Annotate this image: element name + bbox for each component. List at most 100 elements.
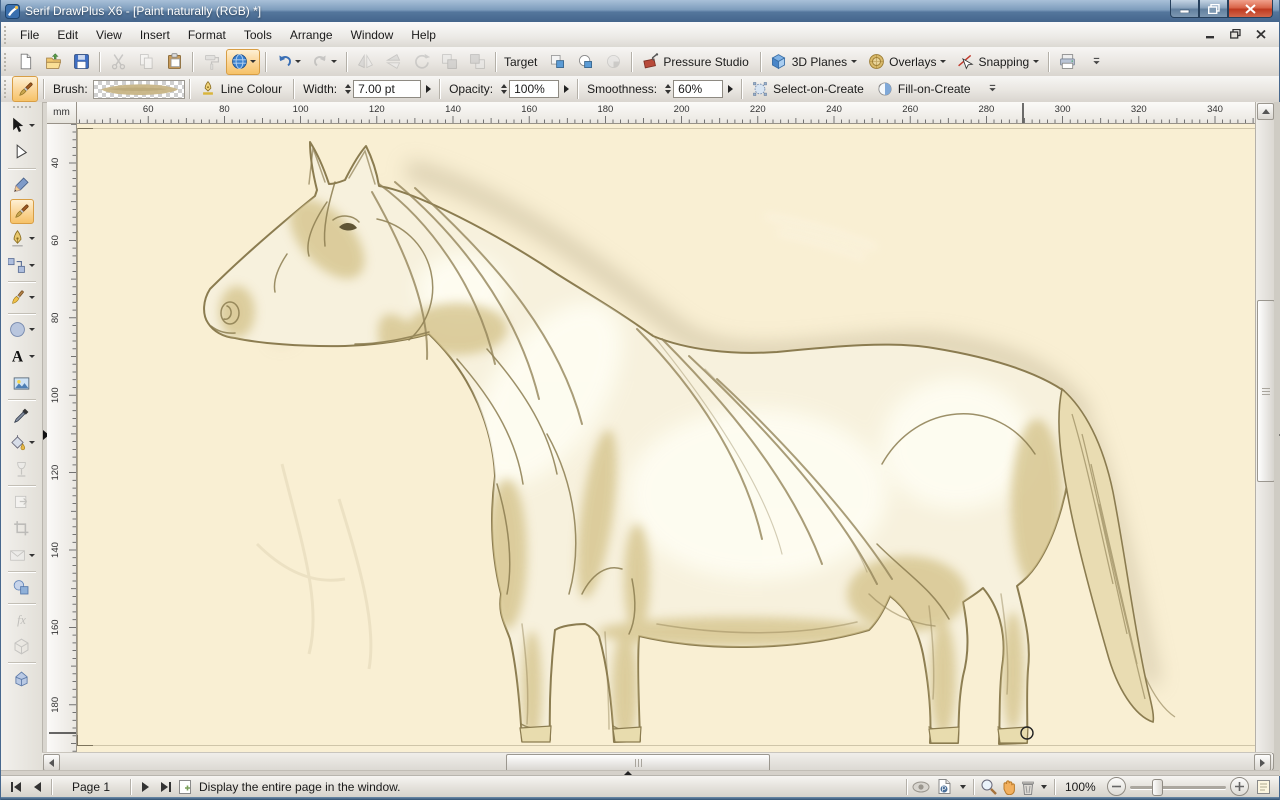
first-page-button[interactable] [7, 778, 27, 796]
smoothness-stepper[interactable] [665, 84, 671, 94]
page-manager-icon[interactable] [175, 778, 195, 796]
paint-inside-button[interactable] [572, 49, 598, 75]
open-button[interactable] [40, 49, 66, 75]
pressure-studio-button[interactable]: Pressure Studio [637, 49, 754, 75]
text-tool[interactable]: A [6, 344, 38, 369]
zoom-tool-button[interactable] [978, 778, 998, 796]
menu-insert[interactable]: Insert [131, 24, 179, 46]
vertical-scrollbar-thumb[interactable] [1257, 300, 1275, 482]
menu-tools[interactable]: Tools [235, 24, 281, 46]
width-stepper[interactable] [345, 84, 351, 94]
preview-mode-button[interactable]: P [931, 778, 957, 796]
print-button[interactable] [1054, 49, 1080, 75]
eraser-brush-tool[interactable] [6, 285, 38, 310]
page-indicator[interactable]: Page 1 [56, 780, 126, 794]
close-button[interactable] [1228, 0, 1273, 18]
format-painter-button [198, 49, 224, 75]
colour-picker-tool[interactable] [10, 403, 34, 428]
preview-dropdown-arrow-icon[interactable] [957, 778, 969, 796]
horizontal-scrollbar[interactable] [42, 752, 1272, 771]
node-tool[interactable] [10, 140, 34, 165]
menu-file[interactable]: File [11, 24, 48, 46]
menu-view[interactable]: View [87, 24, 131, 46]
fill-tool[interactable] [6, 430, 38, 455]
width-input[interactable]: 7.00 pt [353, 80, 421, 98]
scroll-up-button[interactable] [1257, 103, 1274, 120]
document-close-button[interactable] [1250, 25, 1271, 43]
right-panel-flyout-arrow-icon[interactable] [1274, 430, 1280, 440]
menu-window[interactable]: Window [342, 24, 403, 46]
pencil-icon [12, 175, 32, 195]
picture-icon [12, 374, 32, 394]
vertical-scrollbar[interactable] [1255, 102, 1274, 771]
connector-tool[interactable] [6, 253, 38, 278]
svg-text:160: 160 [521, 104, 537, 115]
menu-arrange[interactable]: Arrange [281, 24, 342, 46]
line-colour-button[interactable]: Line Colour [195, 76, 288, 102]
minimize-button[interactable] [1170, 0, 1199, 18]
restore-button[interactable] [1199, 0, 1228, 18]
paintbrush-tool[interactable] [10, 199, 34, 224]
scroll-left-button[interactable] [43, 754, 60, 771]
undo-button[interactable] [271, 49, 305, 75]
fill-on-create-toggle[interactable]: Fill-on-Create [872, 76, 977, 102]
zoom-slider-thumb[interactable] [1152, 779, 1163, 796]
ruler-units-box[interactable]: mm [47, 102, 77, 124]
pen-tool[interactable] [6, 226, 38, 251]
3d-planes-button[interactable]: 3D Planes [766, 49, 861, 75]
paint-behind-button[interactable] [544, 49, 570, 75]
opacity-flyout-button[interactable] [560, 80, 573, 98]
separator [1048, 52, 1049, 72]
select-on-create-toggle[interactable]: Select-on-Create [747, 76, 870, 102]
picture-tool[interactable] [10, 371, 34, 396]
toolbar-overflow-button[interactable] [1082, 49, 1110, 75]
new-document-button[interactable] [12, 49, 38, 75]
fit-page-button[interactable] [1253, 778, 1273, 796]
zoom-out-button[interactable] [1107, 777, 1126, 796]
width-flyout-button[interactable] [422, 80, 435, 98]
document-restore-button[interactable] [1225, 25, 1246, 43]
svg-text:180: 180 [50, 697, 61, 713]
menu-format[interactable]: Format [179, 24, 235, 46]
snapping-button[interactable]: Snapping [952, 49, 1043, 75]
view-quality-icon[interactable] [911, 778, 931, 796]
flip-h-icon [355, 52, 375, 72]
toolbar-grip[interactable] [13, 105, 31, 110]
zoom-slider[interactable] [1130, 778, 1226, 795]
zoom-in-button[interactable] [1230, 777, 1249, 796]
brush-preview-swatch[interactable] [93, 80, 185, 99]
quickshape-tool[interactable] [6, 317, 38, 342]
next-page-button[interactable] [135, 778, 155, 796]
menu-help[interactable]: Help [402, 24, 445, 46]
status-bar: Page 1 Display the entire page in the wi… [1, 775, 1279, 797]
previous-page-button[interactable] [27, 778, 47, 796]
opacity-input[interactable]: 100% [509, 80, 559, 98]
drawing-canvas[interactable] [77, 124, 1255, 752]
save-button[interactable] [68, 49, 94, 75]
delete-pages-button[interactable] [1018, 778, 1038, 796]
opacity-stepper[interactable] [501, 84, 507, 94]
context-toolbar-overflow-button[interactable] [979, 76, 1007, 102]
toolbar-grip[interactable] [3, 53, 8, 71]
pseudo-3d-tool[interactable] [10, 666, 34, 691]
insert-hyperlink-button[interactable] [226, 49, 260, 75]
hintline-splitter-handle[interactable] [623, 766, 633, 776]
blend-tool[interactable] [10, 575, 34, 600]
svg-text:80: 80 [219, 104, 230, 115]
paste-button[interactable] [161, 49, 187, 75]
scroll-right-button[interactable] [1254, 754, 1271, 771]
pan-tool-button[interactable] [998, 778, 1018, 796]
menubar-grip[interactable] [3, 26, 8, 44]
smoothness-input[interactable]: 60% [673, 80, 723, 98]
smoothness-flyout-button[interactable] [724, 80, 737, 98]
overlays-button[interactable]: Overlays [863, 49, 950, 75]
zoom-level[interactable]: 100% [1065, 780, 1101, 794]
document-minimize-button[interactable] [1200, 25, 1221, 43]
paintbrush-mode-button[interactable] [12, 76, 38, 102]
pencil-tool[interactable] [10, 172, 34, 197]
delete-dropdown-arrow-icon[interactable] [1038, 778, 1050, 796]
context-toolbar-grip[interactable] [3, 80, 8, 98]
last-page-button[interactable] [155, 778, 175, 796]
menu-edit[interactable]: Edit [48, 24, 87, 46]
pointer-tool[interactable] [6, 113, 38, 138]
